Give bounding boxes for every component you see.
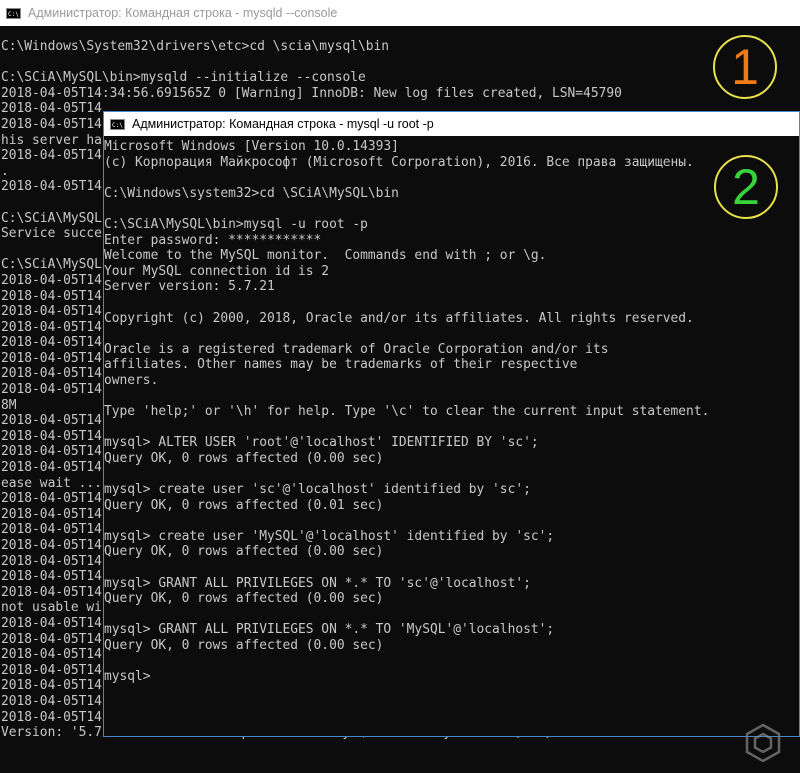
console-window-mysql-client[interactable]: C:\ Администратор: Командная строка - my…: [103, 111, 800, 737]
console-line: C:\Windows\system32>cd \SCiA\MySQL\bin: [104, 185, 399, 201]
console-line: affiliates. Other names may be trademark…: [104, 357, 578, 373]
console-output-mysql-client: Microsoft Windows [Version 10.0.14393] (c…: [104, 139, 709, 685]
console-line: C:\SCiA\MySQL\bin>mysqld --initialize --…: [1, 70, 366, 86]
console-line: Your MySQL connection id is 2: [104, 263, 330, 279]
console-line: mysql>: [104, 669, 151, 685]
cmd-icon: C:\: [110, 118, 125, 130]
console-line: Microsoft Windows [Version 10.0.14393]: [104, 139, 399, 154]
window-title: Администратор: Командная строка - mysql …: [132, 117, 434, 131]
console-line: owners.: [104, 372, 159, 388]
console-line: Enter password: ************: [104, 232, 322, 248]
console-line: Query OK, 0 rows affected (0.00 sec): [104, 450, 384, 466]
console-line: Query OK, 0 rows affected (0.00 sec): [104, 638, 384, 653]
console-line: C:\SCiA\MySQL\bin>mysql -u root -p: [104, 216, 368, 232]
console-line: Type 'help;' or '\h' for help. Type '\c'…: [104, 404, 710, 420]
title-bar-mysqld[interactable]: C:\ Администратор: Командная строка - my…: [0, 0, 800, 26]
console-line: 2018-04-05T14:34:56.691565Z 0 [Warning] …: [1, 85, 622, 101]
step-badge-1: 1: [713, 35, 777, 99]
console-line: mysql> ALTER USER 'root'@'localhost' IDE…: [104, 435, 539, 451]
console-line: (c) Корпорация Майкрософт (Microsoft Cor…: [104, 154, 694, 170]
cmd-icon: C:\: [6, 7, 21, 19]
window-title: Администратор: Командная строка - mysqld…: [28, 6, 338, 20]
console-line: mysql> GRANT ALL PRIVILEGES ON *.* TO 'M…: [104, 622, 555, 638]
console-line: mysql> create user 'MySQL'@'localhost' i…: [104, 528, 555, 544]
console-line: Query OK, 0 rows affected (0.01 sec): [104, 497, 384, 513]
console-line: Query OK, 0 rows affected (0.00 sec): [104, 591, 384, 607]
console-line: mysql> GRANT ALL PRIVILEGES ON *.* TO 's…: [104, 575, 531, 591]
console-line: mysql> create user 'sc'@'localhost' iden…: [104, 482, 531, 498]
console-line: Server version: 5.7.21: [104, 279, 275, 295]
hexagon-logo-icon: [745, 723, 781, 763]
console-line: Oracle is a registered trademark of Orac…: [104, 341, 609, 357]
title-bar-mysql-client[interactable]: C:\ Администратор: Командная строка - my…: [104, 112, 799, 136]
console-line: C:\Windows\System32\drivers\etc>cd \scia…: [1, 39, 390, 54]
console-line: Copyright (c) 2000, 2018, Oracle and/or …: [104, 310, 694, 326]
step-badge-2: 2: [714, 155, 778, 219]
console-line: Query OK, 0 rows affected (0.00 sec): [104, 544, 384, 560]
console-line: Welcome to the MySQL monitor. Commands e…: [104, 248, 547, 264]
